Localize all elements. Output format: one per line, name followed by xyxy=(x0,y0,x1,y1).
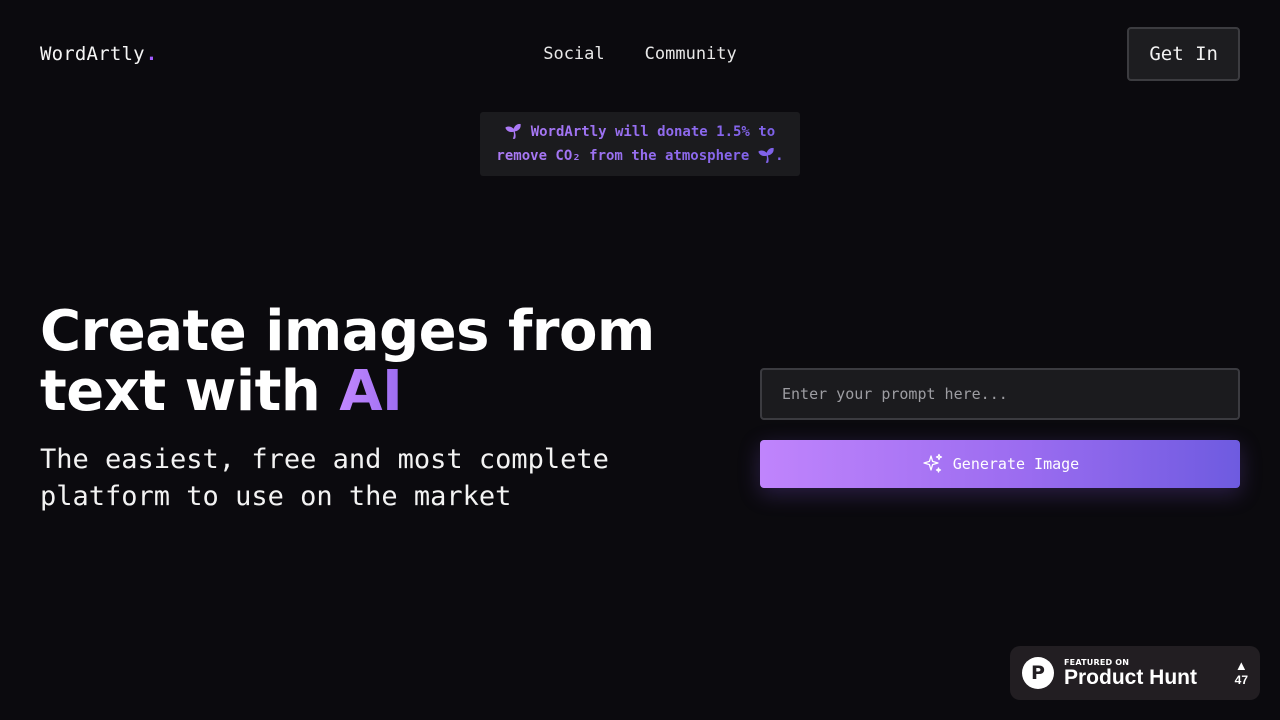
product-hunt-logo-icon: P xyxy=(1022,657,1054,689)
product-hunt-badge[interactable]: P FEATURED ON Product Hunt ▲ 47 xyxy=(1010,646,1260,700)
main-nav: Social Community xyxy=(543,44,737,64)
hero-title: Create images from text with AI xyxy=(40,302,700,422)
donation-banner: 🌱 WordArtly will donate 1.5% to remove C… xyxy=(480,112,800,176)
nav-link-social[interactable]: Social xyxy=(543,44,604,64)
product-hunt-votes: ▲ 47 xyxy=(1235,659,1248,688)
nav-link-community[interactable]: Community xyxy=(645,44,737,64)
hero-title-line1: Create images from xyxy=(40,299,655,364)
get-in-button[interactable]: Get In xyxy=(1127,27,1240,81)
upvote-arrow-icon: ▲ xyxy=(1234,657,1248,673)
hero-subtitle: The easiest, free and most complete plat… xyxy=(40,444,609,512)
product-hunt-name: Product Hunt xyxy=(1064,665,1197,689)
logo[interactable]: WordArtly. xyxy=(40,43,157,65)
logo-dot: . xyxy=(145,43,158,65)
generate-image-button[interactable]: Generate Image xyxy=(760,440,1240,488)
hero-title-line2: text with xyxy=(40,359,340,424)
logo-text: WordArtly xyxy=(40,43,145,65)
site-header: WordArtly. Social Community Get In xyxy=(0,0,1280,108)
generate-image-label: Generate Image xyxy=(952,455,1080,473)
donation-banner-text: 🌱 WordArtly will donate 1.5% to remove C… xyxy=(480,120,800,168)
product-hunt-text: FEATURED ON Product Hunt xyxy=(1064,658,1197,689)
sparkle-icon xyxy=(921,452,945,476)
prompt-input[interactable] xyxy=(760,368,1240,420)
hero-title-highlight: AI xyxy=(339,359,403,424)
landing-page: WordArtly. Social Community Get In 🌱 Wor… xyxy=(0,0,1280,720)
product-hunt-vote-count: 47 xyxy=(1234,672,1248,687)
